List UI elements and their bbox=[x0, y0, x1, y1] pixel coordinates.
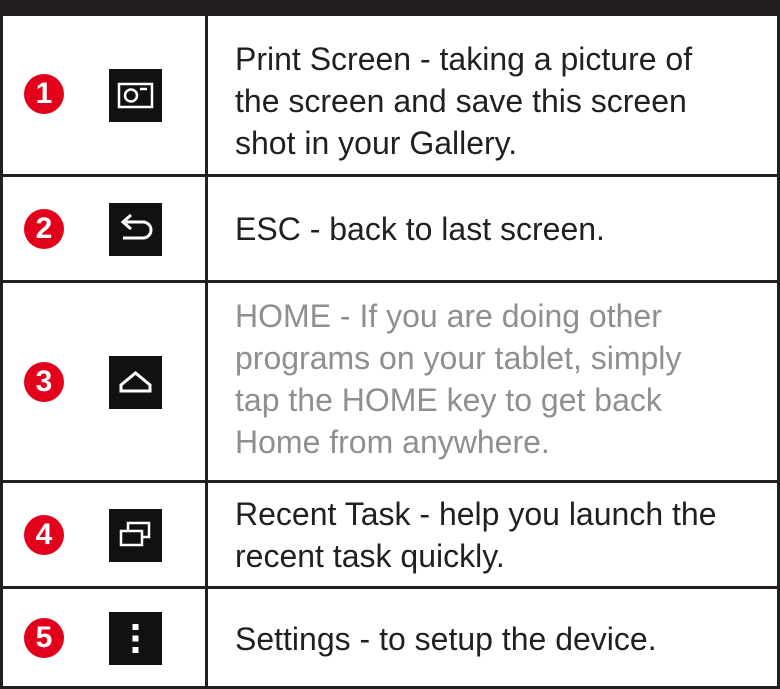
number-badge: 2 bbox=[24, 209, 64, 249]
key-description: Settings - to setup the device. bbox=[235, 621, 657, 657]
table-row-settings: 5 Settings - to setup the device. bbox=[0, 588, 780, 689]
number-badge: 4 bbox=[24, 515, 64, 555]
row-divider bbox=[0, 480, 780, 483]
column-divider bbox=[205, 16, 208, 689]
key-description: Recent Task - help you launch the recent… bbox=[235, 496, 717, 574]
table-row-print-screen: 1 Print Screen - taking a picture of the… bbox=[0, 16, 780, 176]
number-badge: 3 bbox=[24, 362, 64, 402]
menu-icon bbox=[109, 612, 162, 665]
recent-tasks-icon bbox=[109, 509, 162, 562]
key-description: ESC - back to last screen. bbox=[235, 211, 605, 247]
back-icon bbox=[109, 203, 162, 256]
row-divider bbox=[0, 174, 780, 177]
table-row-home: 3 HOME - If you are doing other programs… bbox=[0, 282, 780, 482]
number-badge: 5 bbox=[24, 618, 64, 658]
table-left-border bbox=[0, 16, 3, 689]
row-divider bbox=[0, 280, 780, 283]
key-description: HOME - If you are doing other programs o… bbox=[235, 298, 682, 460]
row-divider bbox=[0, 586, 780, 589]
key-description: Print Screen - taking a picture of the s… bbox=[235, 41, 693, 161]
key-function-table: 1 Print Screen - taking a picture of the… bbox=[0, 16, 780, 689]
table-row-recent-task: 4 Recent Task - help you launch the rece… bbox=[0, 482, 780, 588]
top-border-bar bbox=[0, 0, 780, 16]
number-badge: 1 bbox=[24, 74, 64, 114]
table-row-esc: 2 ESC - back to last screen. bbox=[0, 176, 780, 282]
home-icon bbox=[109, 356, 162, 409]
screenshot-icon bbox=[109, 69, 162, 122]
